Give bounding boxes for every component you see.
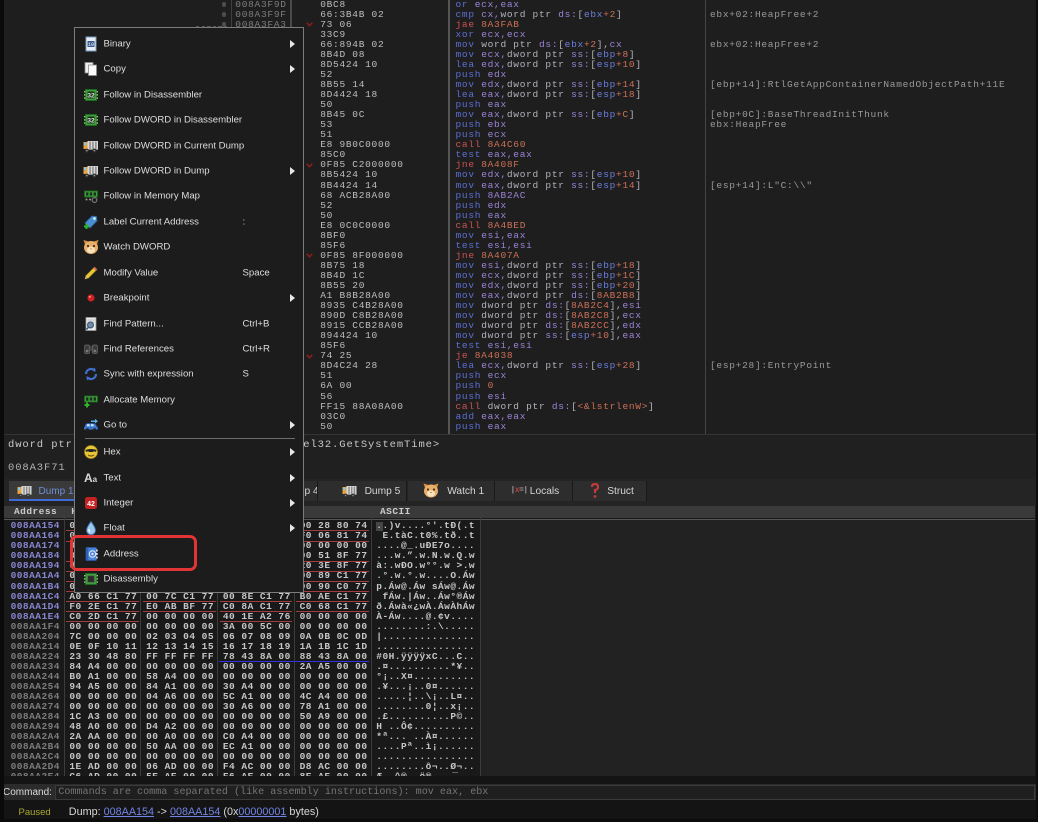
svg-text:42: 42 bbox=[87, 501, 95, 508]
svg-text:32: 32 bbox=[87, 118, 95, 125]
svg-text:10: 10 bbox=[87, 42, 93, 48]
svg-text:32: 32 bbox=[87, 92, 95, 99]
